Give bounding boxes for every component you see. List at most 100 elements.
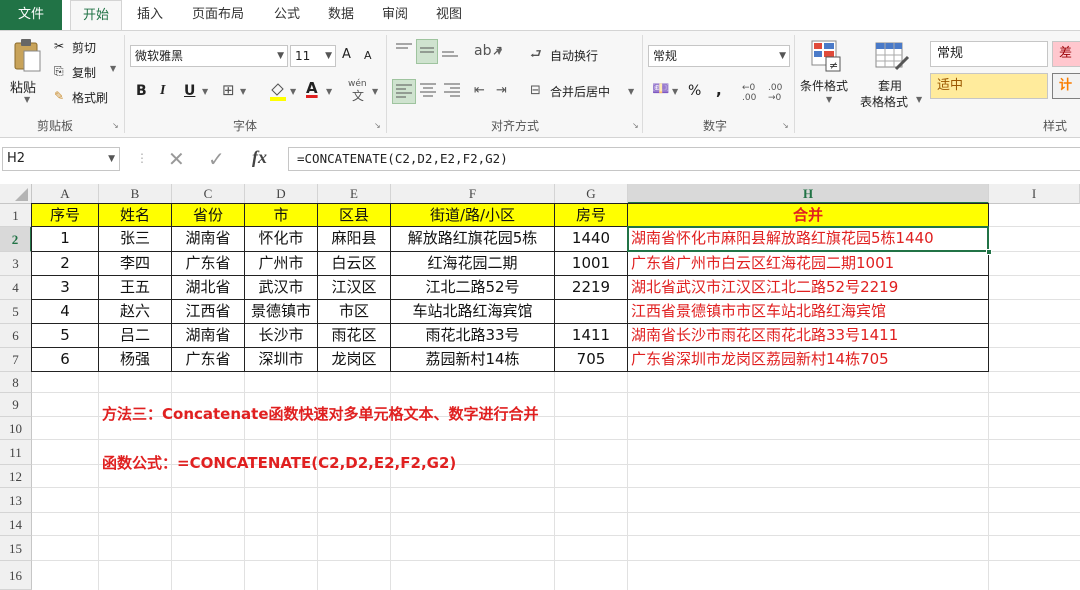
cell-b6[interactable]: 吕二 (99, 324, 171, 347)
cell-c5[interactable]: 江西省 (172, 300, 244, 323)
cell-c3[interactable]: 广东省 (172, 252, 244, 275)
cell-e3[interactable]: 白云区 (318, 252, 390, 275)
cell-f6[interactable]: 雨花北路33号 (391, 324, 554, 347)
cell-c1[interactable]: 省份 (172, 204, 244, 226)
merge-center-button[interactable]: 合并后居中 (550, 83, 610, 100)
cell-d6[interactable]: 长沙市 (245, 324, 317, 347)
cell-a5[interactable]: 4 (32, 300, 98, 323)
cell-d5[interactable]: 景德镇市 (245, 300, 317, 323)
cell-a3[interactable]: 2 (32, 252, 98, 275)
row-header-8[interactable]: 8 (0, 372, 32, 393)
cell-h6[interactable]: 湖南省长沙市雨花区雨花北路33号1411 (628, 324, 988, 347)
align-bottom-icon[interactable] (440, 41, 460, 62)
increase-indent-icon[interactable]: ⇥ (496, 83, 507, 98)
percent-button[interactable]: % (688, 83, 701, 99)
style-normal[interactable]: 常规 (930, 41, 1048, 67)
cell-c6[interactable]: 湖南省 (172, 324, 244, 347)
cell-c7[interactable]: 广东省 (172, 348, 244, 371)
tab-page-layout[interactable]: 页面布局 (180, 0, 256, 30)
conditional-format-button[interactable]: 条件格式 (800, 77, 848, 94)
wrap-text-icon[interactable]: ⮐ (530, 45, 542, 67)
bold-button[interactable]: B (136, 83, 147, 99)
fill-color-icon[interactable] (268, 81, 288, 104)
row-header-6[interactable]: 6 (0, 324, 32, 348)
currency-dropdown-icon[interactable]: ▼ (672, 87, 678, 96)
column-header-b[interactable]: B (99, 184, 172, 204)
worksheet-grid[interactable]: ABCDEFGHI 1 2 3 4 5 6 7 8 9 10 11 12 13 14 15 16 序号 姓名 省份… (0, 181, 1080, 590)
cell-f1[interactable]: 街道/路/小区 (391, 204, 554, 226)
drag-handle-icon[interactable]: ⋮ (136, 151, 148, 165)
cell-b3[interactable]: 李四 (99, 252, 171, 275)
row-header-7[interactable]: 7 (0, 348, 32, 372)
number-launcher-icon[interactable]: ↘ (782, 121, 789, 130)
name-box[interactable]: H2 ▼ (2, 147, 120, 171)
cell-a2[interactable]: 1 (32, 227, 98, 251)
cell-b1[interactable]: 姓名 (99, 204, 171, 226)
italic-button[interactable]: I (160, 83, 165, 99)
cell-g2[interactable]: 1440 (555, 227, 627, 251)
method-note[interactable]: 方法三：Concatenate函数快速对多单元格文本、数字进行合并 (102, 403, 539, 424)
cell-g5[interactable] (555, 300, 627, 323)
column-header-a[interactable]: A (32, 184, 99, 204)
enter-icon[interactable]: ✓ (208, 147, 225, 171)
format-painter-icon[interactable]: ✎ (54, 89, 64, 103)
align-top-icon[interactable] (394, 41, 414, 62)
font-launcher-icon[interactable]: ↘ (374, 121, 381, 130)
currency-icon[interactable]: 💷 (652, 81, 669, 97)
tab-review[interactable]: 审阅 (372, 0, 418, 30)
fill-handle[interactable] (986, 249, 992, 255)
table-format-dropdown-icon[interactable]: ▼ (916, 95, 922, 104)
cell-e6[interactable]: 雨花区 (318, 324, 390, 347)
style-calculation[interactable]: 计 (1052, 73, 1080, 99)
cell-d3[interactable]: 广州市 (245, 252, 317, 275)
cell-a6[interactable]: 5 (32, 324, 98, 347)
cell-b7[interactable]: 杨强 (99, 348, 171, 371)
formula-input[interactable]: =CONCATENATE(C2,D2,E2,F2,G2) (288, 147, 1080, 171)
chevron-down-icon[interactable]: ▼ (108, 148, 115, 170)
align-middle-icon[interactable] (416, 39, 438, 64)
cell-h1[interactable]: 合并 (628, 204, 988, 226)
cell-e2[interactable]: 麻阳县 (318, 227, 390, 251)
paste-icon[interactable] (12, 37, 42, 76)
style-neutral[interactable]: 适中 (930, 73, 1048, 99)
tab-insert[interactable]: 插入 (128, 0, 172, 30)
wrap-text-button[interactable]: 自动换行 (550, 47, 598, 64)
column-header-i[interactable]: I (989, 184, 1080, 204)
table-format-button-line2[interactable]: 表格格式 (860, 93, 908, 110)
cut-icon[interactable]: ✂ (54, 39, 64, 53)
increase-decimal-button[interactable]: ←0 .00 (742, 83, 764, 103)
cell-f3[interactable]: 红海花园二期 (391, 252, 554, 275)
format-painter-button[interactable]: 格式刷 (72, 89, 108, 106)
cell-e7[interactable]: 龙岗区 (318, 348, 390, 371)
cell-c4[interactable]: 湖北省 (172, 276, 244, 299)
cell-f4[interactable]: 江北二路52号 (391, 276, 554, 299)
cell-g7[interactable]: 705 (555, 348, 627, 371)
cell-a7[interactable]: 6 (32, 348, 98, 371)
align-right-icon[interactable] (442, 81, 462, 102)
row-header-1[interactable]: 1 (0, 204, 32, 227)
row-header-16[interactable]: 16 (0, 561, 32, 590)
cell-g3[interactable]: 1001 (555, 252, 627, 275)
column-header-e[interactable]: E (318, 184, 391, 204)
table-format-button-line1[interactable]: 套用 (878, 77, 902, 94)
cell-h4[interactable]: 湖北省武汉市江汉区江北二路52号2219 (628, 276, 988, 299)
paste-dropdown-icon[interactable]: ▼ (24, 95, 30, 104)
paste-button-label[interactable]: 粘贴 (10, 77, 36, 96)
fill-color-dropdown-icon[interactable]: ▼ (290, 87, 296, 96)
shrink-font-button[interactable]: A (364, 49, 372, 62)
row-header-15[interactable]: 15 (0, 536, 32, 561)
orientation-dropdown-icon[interactable]: ▼ (496, 47, 502, 56)
border-icon[interactable]: ⊞ (222, 81, 235, 99)
tab-formulas[interactable]: 公式 (264, 0, 310, 30)
cell-d4[interactable]: 武汉市 (245, 276, 317, 299)
column-header-d[interactable]: D (245, 184, 318, 204)
conditional-format-dropdown-icon[interactable]: ▼ (826, 95, 832, 104)
merge-center-icon[interactable]: ⊟ (530, 83, 541, 98)
underline-dropdown-icon[interactable]: ▼ (202, 87, 208, 96)
cell-b4[interactable]: 王五 (99, 276, 171, 299)
column-header-c[interactable]: C (172, 184, 245, 204)
font-name-select[interactable]: 微软雅黑 ▼ (130, 45, 288, 67)
cell-a1[interactable]: 序号 (32, 204, 98, 226)
border-dropdown-icon[interactable]: ▼ (240, 87, 246, 96)
cell-e4[interactable]: 江汉区 (318, 276, 390, 299)
